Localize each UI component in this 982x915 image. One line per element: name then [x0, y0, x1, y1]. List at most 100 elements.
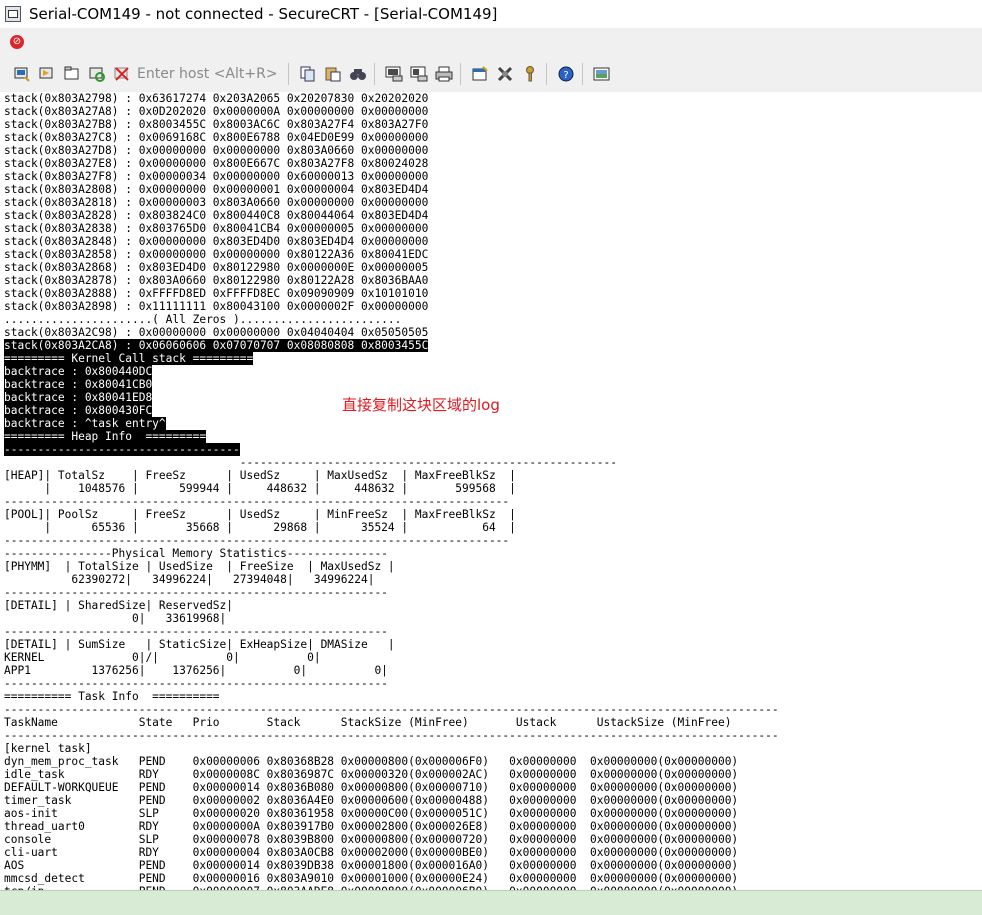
- log-line[interactable]: stack(0x803A2818) : 0x00000003 0x803A066…: [4, 196, 978, 209]
- selected-log-line[interactable]: backtrace : ^task entry^: [4, 417, 978, 430]
- host-input[interactable]: [137, 63, 283, 85]
- log-line[interactable]: stack(0x803A2868) : 0x803ED4D0 0x8012298…: [4, 261, 978, 274]
- log-line[interactable]: ----------------------------------------…: [4, 677, 978, 690]
- log-line[interactable]: stack(0x803A27F8) : 0x00000034 0x0000000…: [4, 170, 978, 183]
- log-line[interactable]: KERNEL 0|/| 0| 0|: [4, 651, 978, 664]
- toolbar: ?: [0, 56, 982, 93]
- log-line-text: mmcsd_detect PEND 0x00000016 0x803A9010 …: [4, 872, 739, 885]
- connect-tab-icon[interactable]: [61, 63, 83, 85]
- log-line[interactable]: AOS PEND 0x00000014 0x8039DB38 0x0000180…: [4, 859, 978, 872]
- toolbar-separator: [582, 63, 583, 85]
- log-line[interactable]: [kernel task]: [4, 742, 978, 755]
- menu-bar: ⊘: [0, 28, 982, 56]
- selected-log-line[interactable]: ========= Heap Info =========: [4, 430, 978, 443]
- session-options-icon[interactable]: [469, 63, 491, 85]
- log-line[interactable]: ----------------Physical Memory Statisti…: [4, 547, 978, 560]
- log-line[interactable]: stack(0x803A2888) : 0xFFFFD8ED 0xFFFFD8E…: [4, 287, 978, 300]
- log-line-text: APP1 1376256| 1376256| 0| 0|: [4, 664, 388, 677]
- log-line[interactable]: stack(0x803A2798) : 0x63617274 0x203A206…: [4, 92, 978, 105]
- log-line-text: | 1048576 | 599944 | 448632 | 448632 | 5…: [4, 482, 516, 495]
- selected-log-line[interactable]: stack(0x803A2CA8) : 0x06060606 0x0707070…: [4, 339, 978, 352]
- quick-connect-icon[interactable]: [36, 63, 58, 85]
- selected-log-line[interactable]: backtrace : 0x80041CB0: [4, 378, 978, 391]
- log-line[interactable]: mmcsd_detect PEND 0x00000016 0x803A9010 …: [4, 872, 978, 885]
- find-icon[interactable]: [347, 63, 369, 85]
- log-line[interactable]: stack(0x803A27A8) : 0x0D202020 0x0000000…: [4, 105, 978, 118]
- log-line-text: ----------------------------------------…: [4, 495, 510, 508]
- log-line-text: [DETAIL] | SharedSize| ReservedSz|: [4, 599, 234, 612]
- log-line[interactable]: dyn_mem_proc_task PEND 0x00000006 0x8036…: [4, 755, 978, 768]
- log-line-text: stack(0x803A2868) : 0x803ED4D0 0x8012298…: [4, 261, 429, 274]
- log-line[interactable]: ========== Task Info ==========: [4, 690, 978, 703]
- disconnect-icon[interactable]: [111, 63, 133, 85]
- log-line[interactable]: stack(0x803A27B8) : 0x8003455C 0x8003AC6…: [4, 118, 978, 131]
- reconnect-icon[interactable]: [86, 63, 108, 85]
- log-line[interactable]: idle_task RDY 0x0000008C 0x8036987C 0x00…: [4, 768, 978, 781]
- log-line[interactable]: DEFAULT-WORKQUEUE PEND 0x00000014 0x8036…: [4, 781, 978, 794]
- log-line[interactable]: [DETAIL] | SumSize | StaticSize| ExHeapS…: [4, 638, 978, 651]
- global-options-icon[interactable]: [494, 63, 516, 85]
- log-line-text: ----------------------------------------…: [4, 534, 510, 547]
- log-line-text: idle_task RDY 0x0000008C 0x8036987C 0x00…: [4, 768, 739, 781]
- log-line[interactable]: [POOL]| PoolSz | FreeSz | UsedSz | MinFr…: [4, 508, 978, 521]
- log-line[interactable]: 62390272| 34996224| 27394048| 34996224|: [4, 573, 978, 586]
- keymap-editor-icon[interactable]: [591, 63, 613, 85]
- selected-log-line[interactable]: backtrace : 0x800440DC: [4, 365, 978, 378]
- log-line[interactable]: timer_task PEND 0x00000002 0x8036A4E0 0x…: [4, 794, 978, 807]
- terminal-output[interactable]: stack(0x803A2798) : 0x63617274 0x203A206…: [4, 92, 978, 898]
- log-line[interactable]: APP1 1376256| 1376256| 0| 0|: [4, 664, 978, 677]
- log-line[interactable]: stack(0x803A2878) : 0x803A0660 0x8012298…: [4, 274, 978, 287]
- red-circle-icon[interactable]: ⊘: [10, 35, 24, 49]
- log-line-text: stack(0x803A2888) : 0xFFFFD8ED 0xFFFFD8E…: [4, 287, 429, 300]
- securecrt-app-icon[interactable]: [5, 6, 21, 22]
- log-line[interactable]: ----------------------------------------…: [4, 534, 978, 547]
- log-line[interactable]: stack(0x803A2898) : 0x11111111 0x8004310…: [4, 300, 978, 313]
- log-line[interactable]: stack(0x803A27E8) : 0x00000000 0x800E667…: [4, 157, 978, 170]
- copy-icon[interactable]: [297, 63, 319, 85]
- log-line[interactable]: [DETAIL] | SharedSize| ReservedSz|: [4, 599, 978, 612]
- log-line-text: | 65536 | 35668 | 29868 | 35524 | 64 |: [4, 521, 516, 534]
- printer-icon[interactable]: [433, 63, 455, 85]
- log-line[interactable]: | 65536 | 35668 | 29868 | 35524 | 64 |: [4, 521, 978, 534]
- log-line[interactable]: | 1048576 | 599944 | 448632 | 448632 | 5…: [4, 482, 978, 495]
- log-line[interactable]: aos-init SLP 0x00000020 0x80361958 0x000…: [4, 807, 978, 820]
- log-line[interactable]: 0| 33619968|: [4, 612, 978, 625]
- print-screen-icon[interactable]: [383, 63, 405, 85]
- log-line-text: ----------------Physical Memory Statisti…: [4, 547, 388, 560]
- log-line-text: stack(0x803A27D8) : 0x00000000 0x0000000…: [4, 144, 429, 157]
- log-line[interactable]: ......................( All Zeros ).....…: [4, 313, 978, 326]
- log-line[interactable]: ----------------------------------------…: [4, 586, 978, 599]
- help-icon[interactable]: ?: [555, 63, 577, 85]
- log-line[interactable]: TaskName State Prio Stack StackSize (Min…: [4, 716, 978, 729]
- log-line[interactable]: stack(0x803A2C98) : 0x00000000 0x0000000…: [4, 326, 978, 339]
- log-line-text: console SLP 0x00000078 0x8039B800 0x0000…: [4, 833, 739, 846]
- log-line[interactable]: cli-uart RDY 0x00000004 0x803A0CB8 0x000…: [4, 846, 978, 859]
- log-line[interactable]: stack(0x803A2848) : 0x00000000 0x803ED4D…: [4, 235, 978, 248]
- log-line[interactable]: ----------------------------------------…: [4, 703, 978, 716]
- log-line[interactable]: [PHYMM] | TotalSize | UsedSize | FreeSiz…: [4, 560, 978, 573]
- print-selection-icon[interactable]: [408, 63, 430, 85]
- log-line-text: TaskName State Prio Stack StackSize (Min…: [4, 716, 732, 729]
- log-line[interactable]: thread_uart0 RDY 0x0000000A 0x803917B0 0…: [4, 820, 978, 833]
- log-line-text: stack(0x803A27E8) : 0x00000000 0x800E667…: [4, 157, 429, 170]
- log-line[interactable]: ----------------------------------------…: [4, 729, 978, 742]
- toolbar-separator: [460, 63, 461, 85]
- log-line[interactable]: ----------------------------------------…: [4, 625, 978, 638]
- log-line[interactable]: stack(0x803A2858) : 0x00000000 0x0000000…: [4, 248, 978, 261]
- log-line[interactable]: stack(0x803A27D8) : 0x00000000 0x0000000…: [4, 144, 978, 157]
- log-line-text: ========== Task Info ==========: [4, 690, 220, 703]
- key-map-icon[interactable]: [519, 63, 541, 85]
- log-line[interactable]: [HEAP]| TotalSz | FreeSz | UsedSz | MaxU…: [4, 469, 978, 482]
- terminal-area[interactable]: stack(0x803A2798) : 0x63617274 0x203A206…: [0, 92, 982, 898]
- log-line[interactable]: stack(0x803A2838) : 0x803765D0 0x80041CB…: [4, 222, 978, 235]
- log-line[interactable]: stack(0x803A27C8) : 0x0069168C 0x800E678…: [4, 131, 978, 144]
- paste-icon[interactable]: [322, 63, 344, 85]
- selected-log-line[interactable]: ========= Kernel Call stack =========: [4, 352, 978, 365]
- log-line[interactable]: console SLP 0x00000078 0x8039B800 0x0000…: [4, 833, 978, 846]
- log-line[interactable]: ----------------------------------------…: [4, 495, 978, 508]
- log-line[interactable]: ----------------------------------------…: [4, 456, 978, 469]
- log-line[interactable]: stack(0x803A2828) : 0x803824C0 0x800440C…: [4, 209, 978, 222]
- selected-log-line[interactable]: -----------------------------------: [4, 443, 978, 456]
- log-line[interactable]: stack(0x803A2808) : 0x00000000 0x0000000…: [4, 183, 978, 196]
- connect-icon[interactable]: [11, 63, 33, 85]
